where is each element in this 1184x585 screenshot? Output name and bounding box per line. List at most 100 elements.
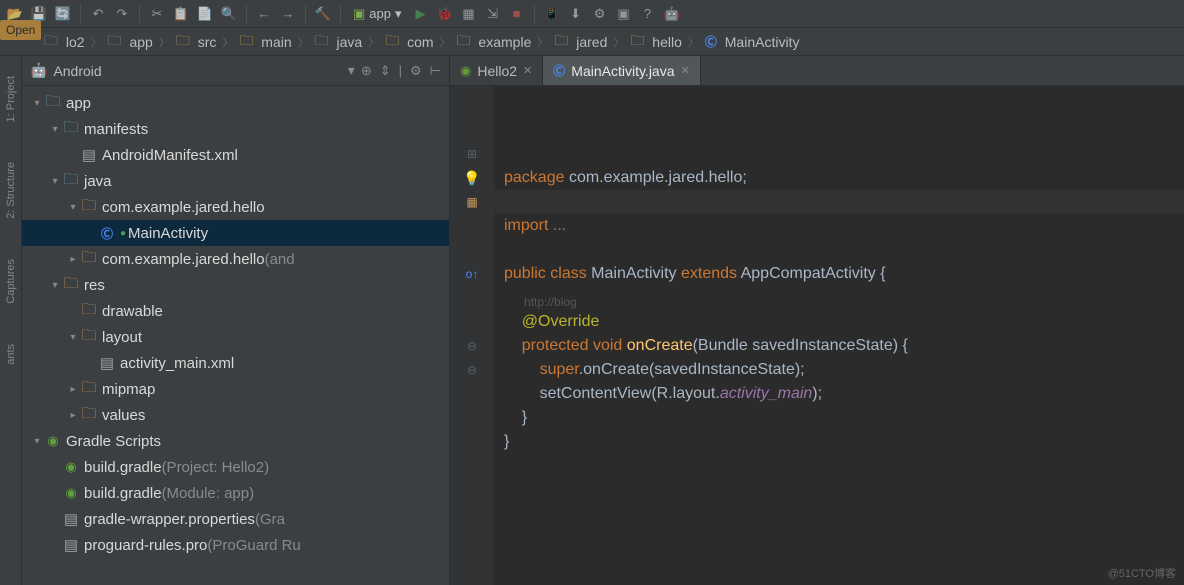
code-text: (Bundle savedInstanceState) { — [693, 337, 908, 354]
close-icon[interactable]: ✕ — [681, 64, 690, 77]
main-toolbar: 📂 💾 🔄 ↶ ↷ ✂ 📋 📄 🔍 ← → 🔨 ▣ app ▾ ▶ 🐞 ▦ ⇲ … — [0, 0, 1184, 28]
breadcrumb-item[interactable]: 🗀 main — [235, 30, 295, 54]
tree-label: java — [84, 173, 112, 190]
tree-row[interactable]: Ⓒ●MainActivity — [22, 220, 449, 246]
breadcrumb-separator: 〉 — [222, 34, 233, 50]
help-icon[interactable]: ? — [639, 5, 657, 23]
avd-icon[interactable]: 📱 — [543, 5, 561, 23]
tool-window-button[interactable]: ants — [5, 344, 17, 365]
breadcrumb-item[interactable]: Ⓒ MainActivity — [701, 33, 804, 50]
tree-arrow-icon[interactable]: ▸ — [66, 254, 80, 265]
redo-icon[interactable]: ↷ — [113, 5, 131, 23]
tree-arrow-icon[interactable]: ▸ — [66, 384, 80, 395]
project-tree[interactable]: ▾🗀app▾🗀manifests▤AndroidManifest.xml▾🗀ja… — [22, 86, 449, 585]
tree-row[interactable]: ▤AndroidManifest.xml — [22, 142, 449, 168]
tree-row[interactable]: ▾🗀java — [22, 168, 449, 194]
sync-icon[interactable]: 🔄 — [54, 5, 72, 23]
search-icon[interactable]: 🔍 — [220, 5, 238, 23]
tree-row[interactable]: ▾🗀com.example.jared.hello — [22, 194, 449, 220]
gutter-icon[interactable]: ▦ — [466, 190, 477, 214]
fold-icon[interactable]: ⊖ — [467, 358, 477, 382]
annotation: @Override — [522, 313, 600, 330]
tree-label: res — [84, 277, 105, 294]
breadcrumb-item[interactable]: 🗀 lo2 — [40, 30, 89, 54]
tree-arrow-icon[interactable]: ▾ — [48, 176, 62, 187]
gear-icon[interactable]: ⚙ — [410, 63, 422, 79]
separator — [80, 5, 81, 23]
tool-window-button[interactable]: 2: Structure — [5, 162, 17, 219]
bulb-icon[interactable]: 💡 — [463, 166, 480, 190]
breadcrumb-item[interactable]: 🗀 java — [311, 30, 367, 54]
tree-label-suffix: (Gra — [255, 511, 285, 528]
tree-label: MainActivity — [128, 225, 208, 242]
tree-arrow-icon[interactable]: ▾ — [66, 202, 80, 213]
tree-arrow-icon[interactable]: ▾ — [48, 124, 62, 135]
forward-icon[interactable]: → — [279, 5, 297, 23]
stop-icon[interactable]: ■ — [508, 5, 526, 23]
breadcrumb-item[interactable]: 🗀 src — [172, 30, 221, 54]
sdk-icon[interactable]: ⬇ — [567, 5, 585, 23]
separator — [340, 5, 341, 23]
code-editor[interactable]: ⊞ 💡 ▦ o↑ ⊖ ⊖ http://blog package com.exa… — [450, 86, 1184, 585]
run-icon[interactable]: ▶ — [412, 5, 430, 23]
breadcrumb-item[interactable]: 🗀 hello — [626, 30, 685, 54]
run-config-selector[interactable]: ▣ app ▾ — [349, 6, 406, 22]
tree-row[interactable]: ▾🗀res — [22, 272, 449, 298]
profile-icon[interactable]: ▦ — [460, 5, 478, 23]
tree-row[interactable]: 🗀drawable — [22, 298, 449, 324]
more-icon[interactable]: ⚙ — [591, 5, 609, 23]
editor-tab[interactable]: ⒸMainActivity.java✕ — [543, 56, 700, 85]
debug-icon[interactable]: 🐞 — [436, 5, 454, 23]
paste-icon[interactable]: 📄 — [196, 5, 214, 23]
copy-icon[interactable]: 📋 — [172, 5, 190, 23]
target-icon[interactable]: ⊕ — [361, 63, 372, 79]
chevron-down-icon: ▾ — [395, 6, 402, 22]
folder-blue-icon: 🗀 — [62, 117, 80, 142]
undo-icon[interactable]: ↶ — [89, 5, 107, 23]
tree-row[interactable]: ▤activity_main.xml — [22, 350, 449, 376]
tree-arrow-icon[interactable]: ▸ — [66, 410, 80, 421]
folder-icon: 🗀 — [80, 325, 98, 350]
tree-arrow-icon[interactable]: ▾ — [48, 280, 62, 291]
breadcrumb-item[interactable]: 🗀 jared — [550, 30, 611, 54]
tree-row[interactable]: ▾🗀manifests — [22, 116, 449, 142]
tree-row[interactable]: ▸🗀com.example.jared.hello (and — [22, 246, 449, 272]
separator — [534, 5, 535, 23]
tree-label: values — [102, 407, 145, 424]
collapse-icon[interactable]: ⇕ — [380, 63, 391, 79]
breadcrumb-item[interactable]: 🗀 com — [381, 30, 437, 54]
breadcrumb-separator: 〉 — [688, 34, 699, 50]
panel-view-selector[interactable]: 🤖 Android ▾ — [30, 62, 355, 79]
code-content[interactable]: http://blog package com.example.jared.he… — [494, 86, 1184, 585]
tree-row[interactable]: ▾🗀layout — [22, 324, 449, 350]
project-panel: 🤖 Android ▾ ⊕ ⇕ | ⚙ ⊢ ▾🗀app▾🗀manifests▤A… — [22, 56, 450, 585]
tree-row[interactable]: ▸🗀mipmap — [22, 376, 449, 402]
tree-row[interactable]: ▤proguard-rules.pro (ProGuard Ru — [22, 532, 449, 558]
tree-row[interactable]: ▤gradle-wrapper.properties (Gra — [22, 506, 449, 532]
tree-row[interactable]: ◉build.gradle (Module: app) — [22, 480, 449, 506]
tree-row[interactable]: ▾🗀app — [22, 90, 449, 116]
tool-window-button[interactable]: Captures — [5, 259, 17, 304]
android-toolbar-icon[interactable]: 🤖 — [663, 5, 681, 23]
device-icon[interactable]: ▣ — [615, 5, 633, 23]
tool-window-button[interactable]: 1: Project — [5, 76, 17, 122]
attach-icon[interactable]: ⇲ — [484, 5, 502, 23]
override-icon[interactable]: o↑ — [466, 262, 479, 286]
fold-icon[interactable]: ⊞ — [467, 142, 477, 166]
tree-arrow-icon[interactable]: ▾ — [30, 98, 44, 109]
code-text: MainActivity — [591, 265, 676, 282]
close-icon[interactable]: ✕ — [523, 64, 532, 77]
build-icon[interactable]: 🔨 — [314, 5, 332, 23]
breadcrumb-item[interactable]: 🗀 example — [453, 30, 536, 54]
breadcrumb-item[interactable]: 🗀 app — [104, 30, 157, 54]
tree-row[interactable]: ▾◉Gradle Scripts — [22, 428, 449, 454]
tree-row[interactable]: ▸🗀values — [22, 402, 449, 428]
editor-tab[interactable]: ◉Hello2✕ — [450, 56, 543, 85]
hide-icon[interactable]: ⊢ — [430, 63, 441, 79]
fold-icon[interactable]: ⊖ — [467, 334, 477, 358]
tree-arrow-icon[interactable]: ▾ — [30, 436, 44, 447]
cut-icon[interactable]: ✂ — [148, 5, 166, 23]
back-icon[interactable]: ← — [255, 5, 273, 23]
tree-row[interactable]: ◉build.gradle (Project: Hello2) — [22, 454, 449, 480]
tree-arrow-icon[interactable]: ▾ — [66, 332, 80, 343]
